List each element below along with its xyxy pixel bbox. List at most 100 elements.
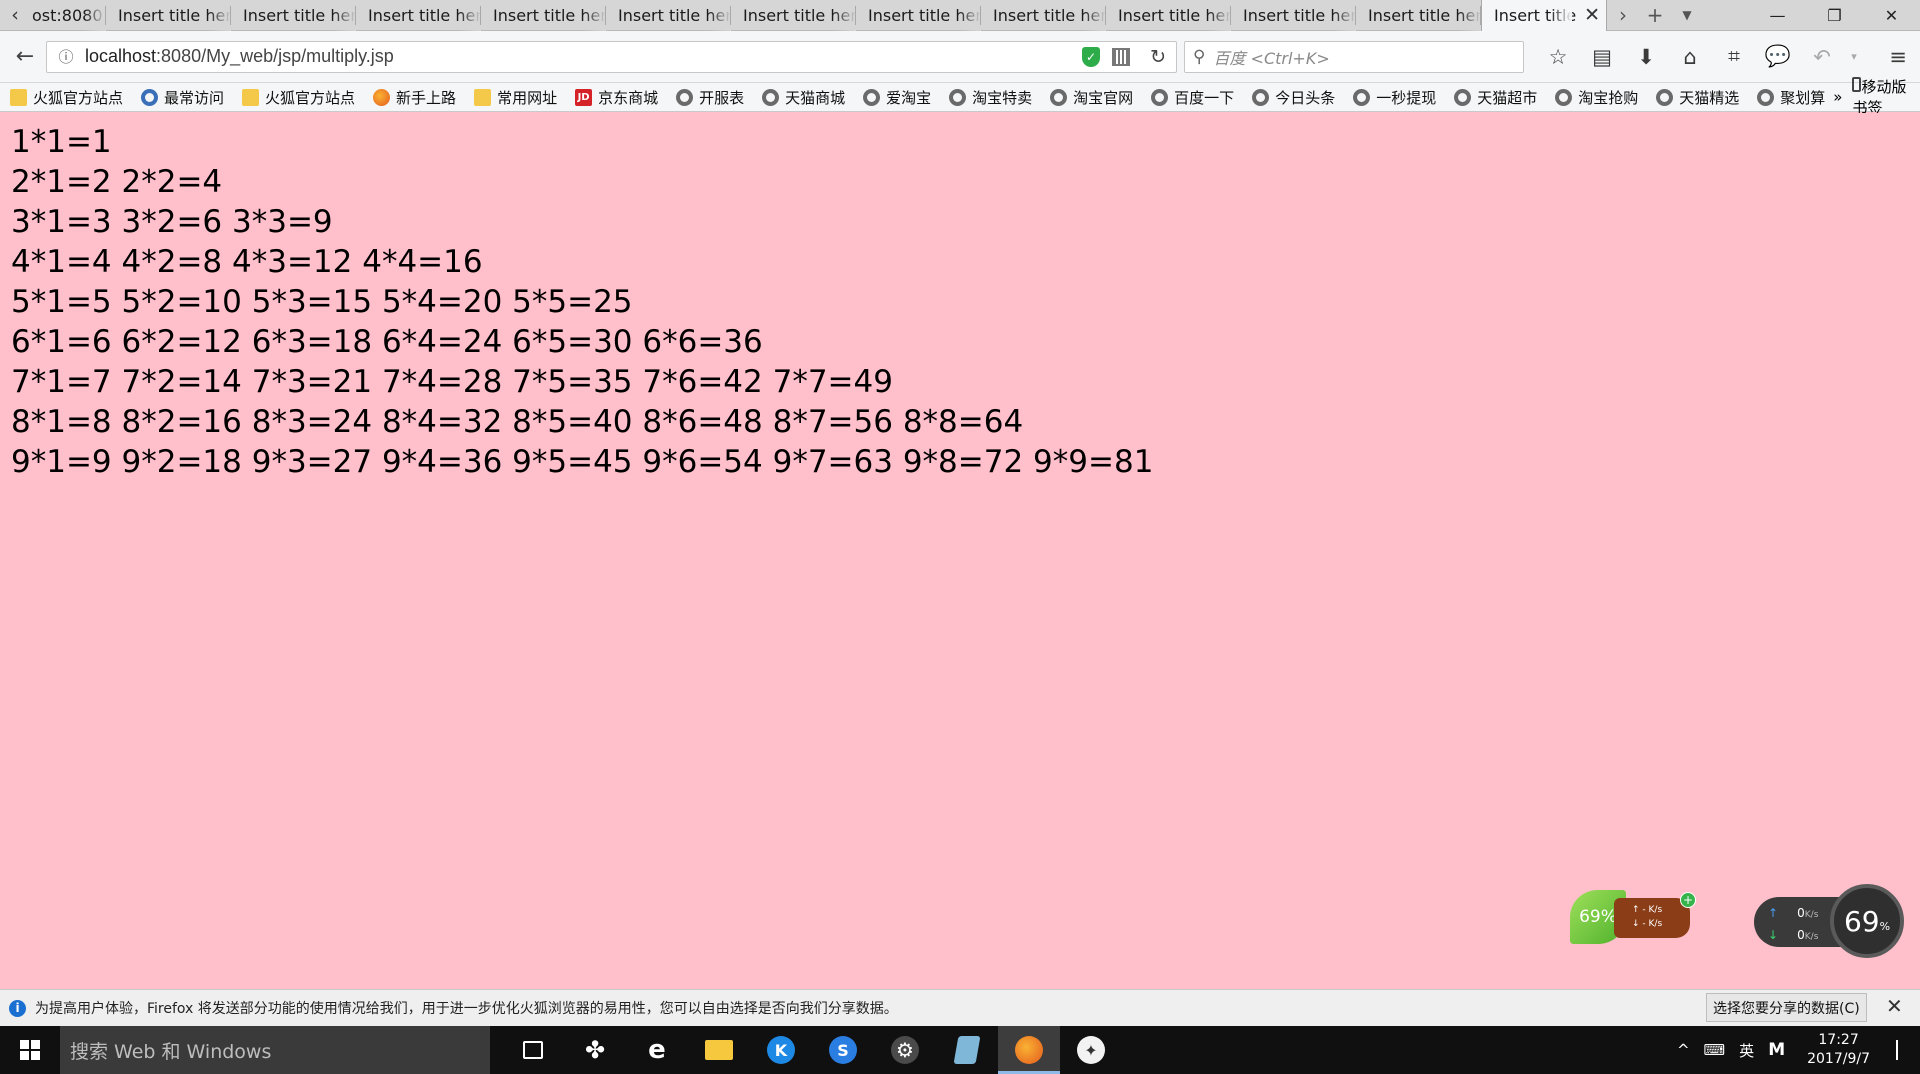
bookmark-item[interactable]: 新手上路 — [363, 83, 464, 112]
minimize-icon[interactable]: — — [1749, 0, 1806, 30]
leaf-speed-widget[interactable]: 69% ↑ - K/s ↓ - K/s + — [1570, 888, 1696, 946]
dropdown-arrow-icon[interactable]: ▾ — [1844, 50, 1864, 63]
navigation-toolbar: ← ⓘ localhost:8080/My_web/jsp/multiply.j… — [0, 31, 1920, 83]
network-speed-widget[interactable]: ↑ 0K/s ↓ 0K/s 69% — [1754, 884, 1904, 960]
multiplication-row: 5*1=5 5*2=10 5*3=15 5*4=20 5*5=25 — [11, 284, 633, 320]
back-arrow-icon[interactable]: ← — [8, 40, 42, 74]
tab[interactable]: Insert title her — [856, 0, 981, 31]
bookmark-label: 淘宝特卖 — [972, 88, 1033, 107]
screenshot-crop-icon[interactable]: ⌗ — [1712, 44, 1756, 69]
chat-bubble-icon[interactable]: 💬 — [1756, 44, 1800, 69]
start-button[interactable] — [0, 1026, 60, 1074]
tab[interactable]: Insert title her — [1231, 0, 1356, 31]
reload-icon[interactable]: ↻ — [1150, 46, 1166, 68]
bookmark-item[interactable]: 开服表 — [666, 83, 752, 112]
folder-icon — [242, 88, 260, 106]
clock[interactable]: 17:27 2017/9/7 — [1799, 1031, 1878, 1069]
globe-icon — [1252, 88, 1270, 106]
bookmark-label: 开服表 — [699, 88, 745, 107]
show-hidden-icons-icon[interactable]: ^ — [1677, 1041, 1690, 1059]
security-shield-icon[interactable]: ✓ — [1082, 46, 1101, 67]
settings-gear-button[interactable]: ⚙ — [874, 1026, 936, 1074]
qr-code-icon[interactable] — [1112, 47, 1131, 66]
url-text[interactable]: localhost:8080/My_web/jsp/multiply.jsp — [85, 46, 394, 67]
bookmark-item[interactable]: 常用网址 — [464, 83, 565, 112]
bookmark-item[interactable]: 天猫精选 — [1646, 83, 1747, 112]
url-bar[interactable]: ⓘ localhost:8080/My_web/jsp/multiply.jsp… — [46, 40, 1177, 73]
notes-app-button[interactable] — [936, 1026, 998, 1074]
bookmark-label: 一秒提现 — [1376, 88, 1437, 107]
clock-date: 2017/9/7 — [1807, 1051, 1870, 1067]
list-all-tabs-icon[interactable]: ▼ — [1671, 0, 1703, 30]
tab-active[interactable]: Insert title ✕ — [1481, 0, 1607, 31]
bookmark-item[interactable]: 淘宝特卖 — [939, 83, 1040, 112]
bookmark-item[interactable]: 最常访问 — [131, 83, 232, 112]
tab[interactable]: Insert title her — [981, 0, 1106, 31]
bookmark-item[interactable]: 火狐官方站点 — [0, 83, 131, 112]
bookmark-label: 火狐官方站点 — [265, 88, 356, 107]
home-icon[interactable]: ⌂ — [1668, 45, 1712, 69]
bookmark-item[interactable]: 一秒提现 — [1343, 83, 1444, 112]
firefox-taskbar-button[interactable] — [998, 1026, 1060, 1074]
close-notification-icon[interactable]: ✕ — [1886, 994, 1903, 1018]
close-tab-icon[interactable]: ✕ — [1584, 4, 1600, 26]
tab[interactable]: Insert title her — [106, 0, 231, 31]
bookmark-item[interactable]: 今日头条 — [1242, 83, 1343, 112]
pinwheel-icon: ✤ — [584, 1036, 606, 1064]
url-path: :8080/My_web/jsp/multiply.jsp — [156, 46, 394, 66]
close-window-icon[interactable]: ✕ — [1863, 0, 1920, 30]
pinwheel-app-button[interactable]: ✤ — [564, 1026, 626, 1074]
firefox-icon — [1015, 1036, 1043, 1064]
site-info-icon[interactable]: ⓘ — [53, 46, 79, 67]
new-tab-button[interactable]: + — [1639, 0, 1671, 30]
kugou-button[interactable]: K — [750, 1026, 812, 1074]
download-arrow-icon[interactable]: ⬇ — [1624, 45, 1668, 69]
tab[interactable]: Insert title her — [731, 0, 856, 31]
tab[interactable]: Insert title her — [606, 0, 731, 31]
menu-hamburger-icon[interactable]: ≡ — [1876, 45, 1920, 69]
plus-icon[interactable]: + — [1680, 892, 1696, 908]
chevron-more-icon[interactable]: » — [1833, 88, 1842, 106]
bookmark-item[interactable]: 淘宝官网 — [1040, 83, 1141, 112]
bookmark-item[interactable]: 天猫超市 — [1444, 83, 1545, 112]
memory-gauge: 69% — [1830, 884, 1904, 958]
tab[interactable]: Insert title her — [1356, 0, 1481, 31]
ime-language[interactable]: 英 — [1739, 1040, 1754, 1061]
undo-icon[interactable]: ↶ — [1800, 45, 1844, 69]
bookmark-item[interactable]: 聚划算 — [1747, 83, 1833, 112]
library-icon[interactable]: ▤ — [1580, 45, 1624, 69]
bookmark-item[interactable]: 百度一下 — [1141, 83, 1242, 112]
search-bar[interactable]: ⚲ 百度 <Ctrl+K> — [1184, 40, 1524, 73]
restore-icon[interactable]: ❐ — [1806, 0, 1863, 30]
bookmark-label: 新手上路 — [396, 88, 457, 107]
ime-mode-icon[interactable]: M — [1768, 1040, 1785, 1060]
edge-button[interactable]: e — [626, 1026, 688, 1074]
bookmark-item[interactable]: 爱淘宝 — [853, 83, 939, 112]
show-desktop-icon[interactable] — [1896, 1040, 1910, 1060]
tab[interactable]: ost:8080 — [30, 0, 106, 31]
gauge-value: 69 — [1843, 904, 1880, 938]
bookmark-item[interactable]: 淘宝抢购 — [1545, 83, 1646, 112]
bookmark-label: 天猫超市 — [1477, 88, 1538, 107]
multiplication-row: 4*1=4 4*2=8 4*3=12 4*4=16 — [11, 244, 483, 280]
tab[interactable]: Insert title her — [231, 0, 356, 31]
tab[interactable]: Insert title her — [1106, 0, 1231, 31]
keyboard-icon[interactable]: ⌨ — [1704, 1041, 1726, 1059]
bookmark-item[interactable]: JD 京东商城 — [565, 83, 666, 112]
bookmark-star-icon[interactable]: ☆ — [1536, 45, 1580, 69]
taskbar-search-box[interactable]: 搜索 Web 和 Windows — [60, 1026, 490, 1074]
multiplication-row: 9*1=9 9*2=18 9*3=27 9*4=36 9*5=45 9*6=54… — [11, 444, 1154, 480]
eclipse-button[interactable]: ✦ — [1060, 1026, 1122, 1074]
bookmark-item[interactable]: 天猫商城 — [752, 83, 853, 112]
file-explorer-button[interactable] — [688, 1026, 750, 1074]
bookmark-item[interactable]: 火狐官方站点 — [232, 83, 363, 112]
folder-icon — [10, 88, 27, 106]
sogou-button[interactable]: S — [812, 1026, 874, 1074]
scroll-tabs-right-button[interactable]: › — [1607, 0, 1639, 30]
scroll-tabs-left-button[interactable]: ‹ — [0, 0, 30, 30]
mobile-bookmarks-item[interactable]: 移动版书签 — [1852, 76, 1910, 118]
tab[interactable]: Insert title her — [481, 0, 606, 31]
task-view-button[interactable] — [502, 1026, 564, 1074]
choose-data-button[interactable]: 选择您要分享的数据(C) — [1706, 993, 1867, 1022]
tab[interactable]: Insert title her — [356, 0, 481, 31]
